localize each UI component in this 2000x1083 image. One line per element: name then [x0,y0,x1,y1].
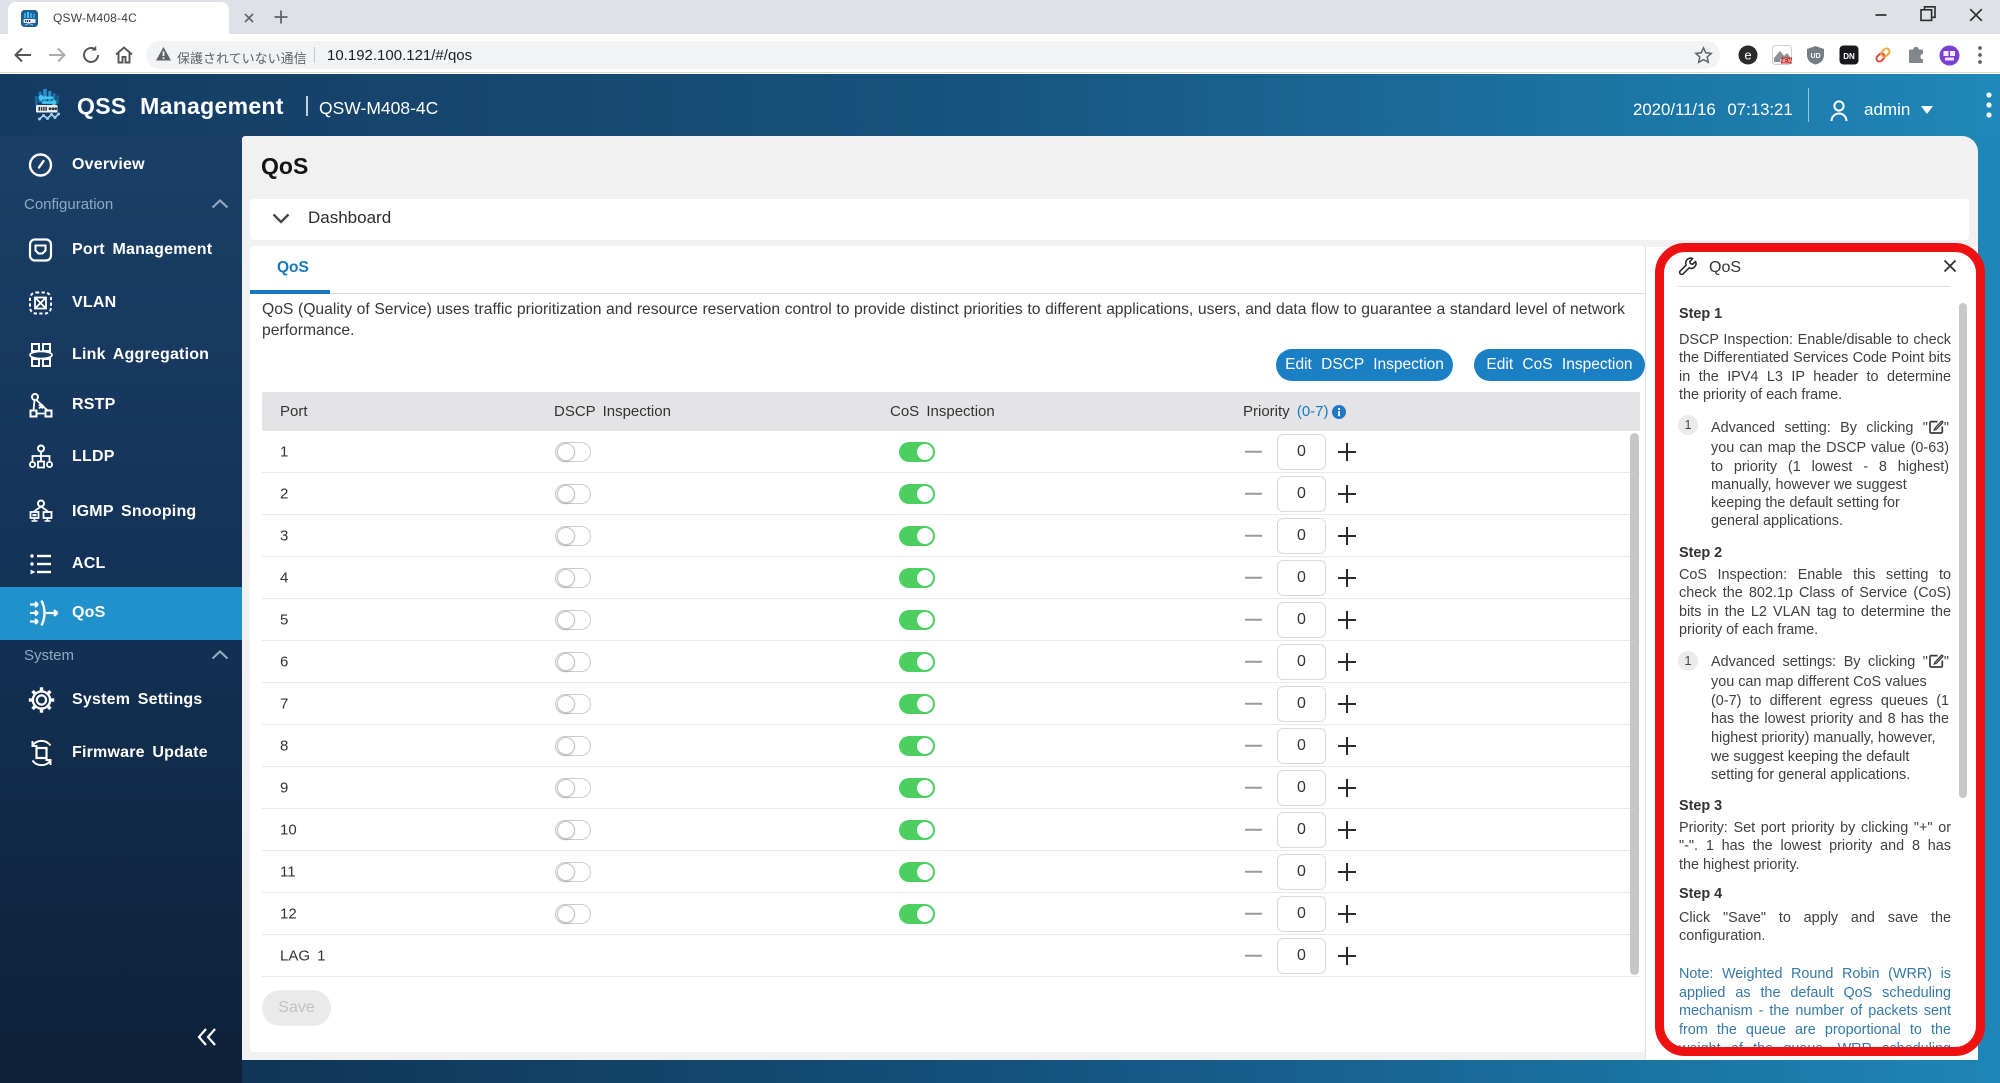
svg-text:UD: UD [1810,53,1820,60]
svg-text:DN: DN [1843,52,1855,61]
svg-text:NEW: NEW [1780,59,1792,65]
svg-text:e: e [1744,48,1751,63]
